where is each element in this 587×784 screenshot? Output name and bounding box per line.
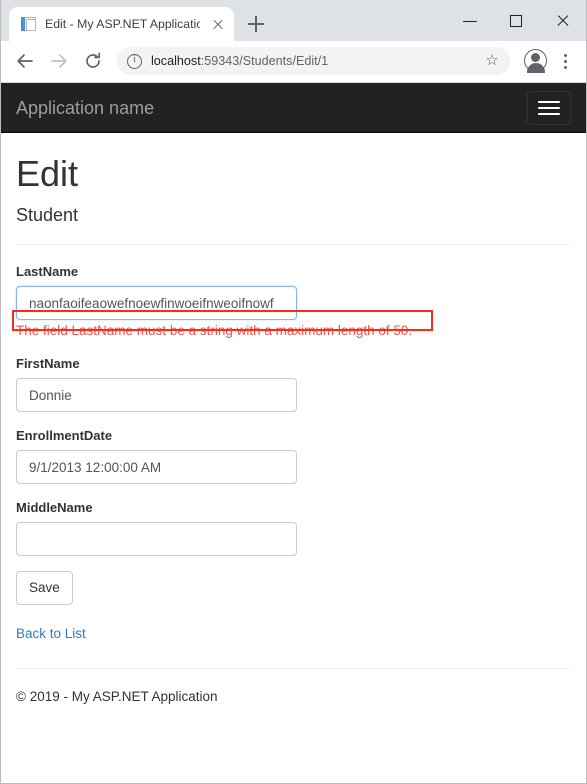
star-icon[interactable]: ☆ xyxy=(484,53,500,69)
page-icon xyxy=(21,16,37,32)
page-viewport: Application name Edit Student LastName T… xyxy=(1,83,586,782)
minimize-icon[interactable] xyxy=(448,5,494,37)
label-middlename: MiddleName xyxy=(16,500,93,515)
close-icon[interactable] xyxy=(208,14,228,34)
input-enrollmentdate[interactable] xyxy=(16,450,297,484)
kebab-menu-icon[interactable] xyxy=(552,47,578,75)
window-close-icon[interactable] xyxy=(540,5,586,37)
address-bar[interactable]: localhost:59343/Students/Edit/1 ☆ xyxy=(117,47,510,75)
browser-tab[interactable]: Edit - My ASP.NET Application xyxy=(9,7,234,41)
tab-strip: Edit - My ASP.NET Application xyxy=(1,0,586,41)
form-group-firstname: FirstName xyxy=(16,355,571,412)
browser-toolbar: localhost:59343/Students/Edit/1 ☆ xyxy=(1,41,586,82)
url-host: localhost xyxy=(151,54,201,68)
window-controls xyxy=(448,0,586,41)
page-title: Edit xyxy=(16,153,79,194)
url-text: localhost:59343/Students/Edit/1 xyxy=(151,54,475,68)
input-firstname[interactable] xyxy=(16,378,297,412)
site-navbar: Application name xyxy=(1,83,586,133)
label-lastname: LastName xyxy=(16,264,79,279)
url-path: :59343/Students/Edit/1 xyxy=(200,54,329,68)
validation-error-lastname: The field LastName must be a string with… xyxy=(16,323,413,338)
arrow-left-icon[interactable] xyxy=(9,45,41,77)
info-circle-icon[interactable] xyxy=(127,52,142,69)
plus-icon[interactable] xyxy=(242,10,270,38)
browser-window: Edit - My ASP.NET Application localhost:… xyxy=(0,0,587,784)
input-middlename[interactable] xyxy=(16,522,297,556)
maximize-icon[interactable] xyxy=(494,5,540,37)
input-lastname[interactable] xyxy=(16,286,297,320)
account-circle-icon[interactable] xyxy=(522,47,550,75)
form-group-lastname: LastName The field LastName must be a st… xyxy=(16,263,571,340)
reload-icon[interactable] xyxy=(77,45,109,77)
form-group-enrollmentdate: EnrollmentDate xyxy=(16,427,571,484)
section-divider xyxy=(16,244,571,245)
page-container: Edit Student LastName The field LastName… xyxy=(1,154,586,706)
save-button[interactable]: Save xyxy=(16,571,73,605)
page-subtitle: Student xyxy=(16,205,79,225)
footer-divider xyxy=(16,668,571,669)
label-enrollmentdate: EnrollmentDate xyxy=(16,428,113,443)
label-firstname: FirstName xyxy=(16,356,80,371)
navbar-brand[interactable]: Application name xyxy=(16,98,154,118)
tab-title: Edit - My ASP.NET Application xyxy=(45,17,200,31)
edit-student-form: LastName The field LastName must be a st… xyxy=(16,263,571,605)
back-to-list-link[interactable]: Back to List xyxy=(16,625,86,643)
hamburger-icon[interactable] xyxy=(527,90,571,125)
arrow-right-icon xyxy=(43,45,75,77)
form-group-middlename: MiddleName xyxy=(16,499,571,556)
footer-copyright: © 2019 - My ASP.NET Application xyxy=(16,689,218,704)
